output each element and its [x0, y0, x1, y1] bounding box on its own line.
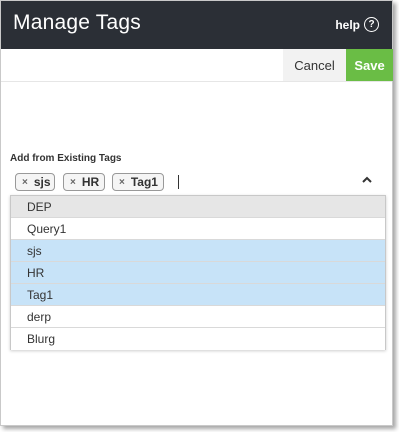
option-query1[interactable]: Query1: [11, 218, 385, 240]
remove-tag-icon[interactable]: ×: [119, 177, 125, 188]
save-button[interactable]: Save: [346, 49, 393, 81]
option-tag1[interactable]: Tag1: [11, 284, 385, 306]
tag-options-dropdown: DEP Query1 sjs HR Tag1 derp Blurg: [10, 195, 386, 350]
tag-chip-label: HR: [81, 175, 100, 189]
dialog-toolbar: Cancel Save: [1, 49, 393, 82]
option-dep[interactable]: DEP: [11, 196, 385, 218]
tag-chip-tag1: × Tag1: [112, 173, 164, 191]
chevron-up-icon[interactable]: [361, 174, 373, 186]
option-hr[interactable]: HR: [11, 262, 385, 284]
dialog-header: Manage Tags help ?: [1, 1, 392, 49]
option-blurg[interactable]: Blurg: [11, 328, 385, 350]
tag-chip-label: sjs: [33, 175, 51, 189]
manage-tags-dialog: Manage Tags help ? Cancel Save Add from …: [0, 0, 393, 426]
remove-tag-icon[interactable]: ×: [22, 177, 28, 188]
tag-chip-sjs: × sjs: [15, 173, 55, 191]
tag-chip-label: Tag1: [130, 175, 158, 189]
help-label: help: [335, 17, 360, 32]
cancel-button[interactable]: Cancel: [283, 49, 346, 81]
help-button[interactable]: help ?: [335, 17, 379, 32]
option-derp[interactable]: derp: [11, 306, 385, 328]
remove-tag-icon[interactable]: ×: [70, 177, 76, 188]
tag-selector-input[interactable]: × sjs × HR × Tag1: [10, 169, 385, 195]
dialog-title: Manage Tags: [13, 11, 141, 34]
existing-tags-label: Add from Existing Tags: [10, 153, 122, 164]
help-circle-icon: ?: [364, 17, 379, 32]
tag-chip-hr: × HR: [63, 173, 105, 191]
option-sjs[interactable]: sjs: [11, 240, 385, 262]
text-cursor: [178, 175, 179, 189]
